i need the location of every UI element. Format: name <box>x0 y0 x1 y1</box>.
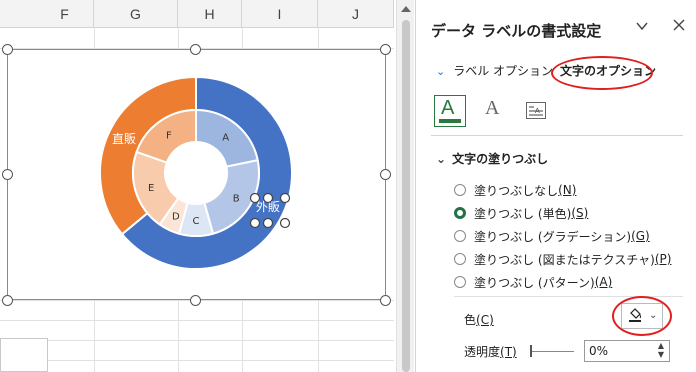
vertical-scrollbar[interactable] <box>396 0 414 372</box>
chart-resize-handle[interactable] <box>2 44 13 55</box>
radio-button[interactable] <box>454 276 466 288</box>
inner-ring-data-label[interactable]: B <box>233 193 240 204</box>
text-fill-outline-icon[interactable]: A <box>434 95 466 127</box>
doughnut-chart-svg: 外販直販 ABCDEF <box>99 75 293 270</box>
column-header-h[interactable]: H <box>178 0 242 28</box>
section-text-fill-label: 文字の塗りつぶし <box>452 152 549 166</box>
divider <box>431 135 683 136</box>
radio-label: 塗りつぶし (グラデーション) <box>474 229 632 244</box>
radio-key: (N) <box>558 183 577 197</box>
radio-button-selected[interactable] <box>454 207 466 219</box>
column-header-bar: F G H I J <box>0 0 394 28</box>
annotation-ellipse <box>612 296 672 336</box>
transparency-slider-thumb[interactable] <box>530 345 532 357</box>
outer-ring-data-label[interactable]: 直販 <box>112 132 136 146</box>
label-selection-handle[interactable] <box>249 192 261 204</box>
transparency-label-key: (T) <box>500 345 517 359</box>
grid-line <box>0 320 394 321</box>
section-text-fill[interactable]: ⌄ 文字の塗りつぶし <box>436 150 548 167</box>
text-effects-icon[interactable]: A <box>478 95 510 127</box>
chevron-down-icon: ⌄ <box>436 65 446 78</box>
text-fill-glyph: A <box>441 97 455 119</box>
inner-ring-data-label[interactable]: C <box>193 216 200 227</box>
grid-line <box>0 360 394 361</box>
radio-picture-fill[interactable]: 塗りつぶし (図またはテクスチャ) (P) <box>454 250 671 268</box>
pane-options-chevron-icon[interactable] <box>632 18 652 38</box>
spin-down-icon[interactable]: ▼ <box>654 350 668 359</box>
inner-ring-data-label[interactable]: F <box>166 131 172 142</box>
tab-label-options-text: ラベル オプション <box>453 64 554 78</box>
inner-ring-data-label[interactable]: E <box>148 183 154 194</box>
chart-resize-handle[interactable] <box>2 169 13 180</box>
column-header-i[interactable]: I <box>242 0 318 28</box>
grid-line <box>0 340 394 341</box>
annotation-ellipse <box>551 56 653 90</box>
radio-label: 塗りつぶし (パターン) <box>474 275 595 290</box>
label-selection-handle[interactable] <box>279 192 291 204</box>
radio-button[interactable] <box>454 184 466 196</box>
inner-ring-data-label[interactable]: A <box>222 133 229 144</box>
radio-button[interactable] <box>454 230 466 242</box>
doughnut-chart[interactable]: 外販 直販 A B C D E F <box>7 49 386 300</box>
textbox-icon[interactable]: A <box>520 95 552 127</box>
radio-solid-fill[interactable]: 塗りつぶし (単色) (S) <box>454 204 588 222</box>
color-label: 色(C) <box>464 311 494 328</box>
fill-bar <box>439 119 461 123</box>
column-header-j[interactable]: J <box>318 0 394 28</box>
transparency-label-text: 透明度 <box>464 345 501 359</box>
radio-key: (S) <box>571 206 589 220</box>
label-selection-handle[interactable] <box>279 217 291 229</box>
radio-button[interactable] <box>454 253 466 265</box>
radio-no-fill[interactable]: 塗りつぶしなし (N) <box>454 181 576 199</box>
tab-label-options[interactable]: ⌄ ラベル オプション <box>436 62 553 79</box>
chart-resize-handle[interactable] <box>380 44 391 55</box>
column-header-f[interactable]: F <box>36 0 94 28</box>
transparency-label: 透明度(T) <box>464 343 517 360</box>
chart-resize-handle[interactable] <box>190 44 201 55</box>
svg-text:A: A <box>535 108 540 115</box>
radio-pattern-fill[interactable]: 塗りつぶし (パターン) (A) <box>454 273 612 291</box>
radio-key: (A) <box>594 275 613 289</box>
scrollbar-thumb[interactable] <box>402 20 410 372</box>
color-label-text: 色 <box>464 313 477 327</box>
spin-buttons[interactable]: ▲ ▼ <box>654 341 668 361</box>
chart-resize-handle[interactable] <box>2 295 13 306</box>
chevron-down-icon: ⌄ <box>436 152 447 166</box>
pane-title: データ ラベルの書式設定 <box>431 22 602 40</box>
text-effects-glyph: A <box>485 97 500 119</box>
radio-label: 塗りつぶし (単色) <box>474 206 572 221</box>
spin-up-icon[interactable]: ▲ <box>654 341 668 350</box>
transparency-slider-track[interactable] <box>532 351 574 352</box>
spreadsheet-grid[interactable]: F G H I J 外販 直販 A B C D E F <box>0 0 394 372</box>
label-selection-handle[interactable] <box>249 217 261 229</box>
label-selection-handle[interactable] <box>262 217 274 229</box>
format-data-labels-pane: データ ラベルの書式設定 ⌄ ラベル オプション 文字のオプション A A A ⌄… <box>415 0 696 372</box>
cell-box[interactable] <box>0 338 48 372</box>
color-label-key: (C) <box>476 313 494 327</box>
chart-resize-handle[interactable] <box>190 295 201 306</box>
radio-key: (G) <box>631 229 650 243</box>
radio-gradient-fill[interactable]: 塗りつぶし (グラデーション) (G) <box>454 227 650 245</box>
label-selection-handle[interactable] <box>262 192 274 204</box>
scroll-up-arrow-icon[interactable] <box>401 6 411 12</box>
radio-key: (P) <box>654 252 672 266</box>
inner-ring-data-label[interactable]: D <box>172 211 180 222</box>
pane-close-icon[interactable] <box>669 16 689 36</box>
chart-resize-handle[interactable] <box>380 295 391 306</box>
radio-label: 塗りつぶし (図またはテクスチャ) <box>474 252 655 267</box>
chart-resize-handle[interactable] <box>380 169 391 180</box>
radio-label: 塗りつぶしなし <box>474 183 559 198</box>
column-header-g[interactable]: G <box>94 0 178 28</box>
